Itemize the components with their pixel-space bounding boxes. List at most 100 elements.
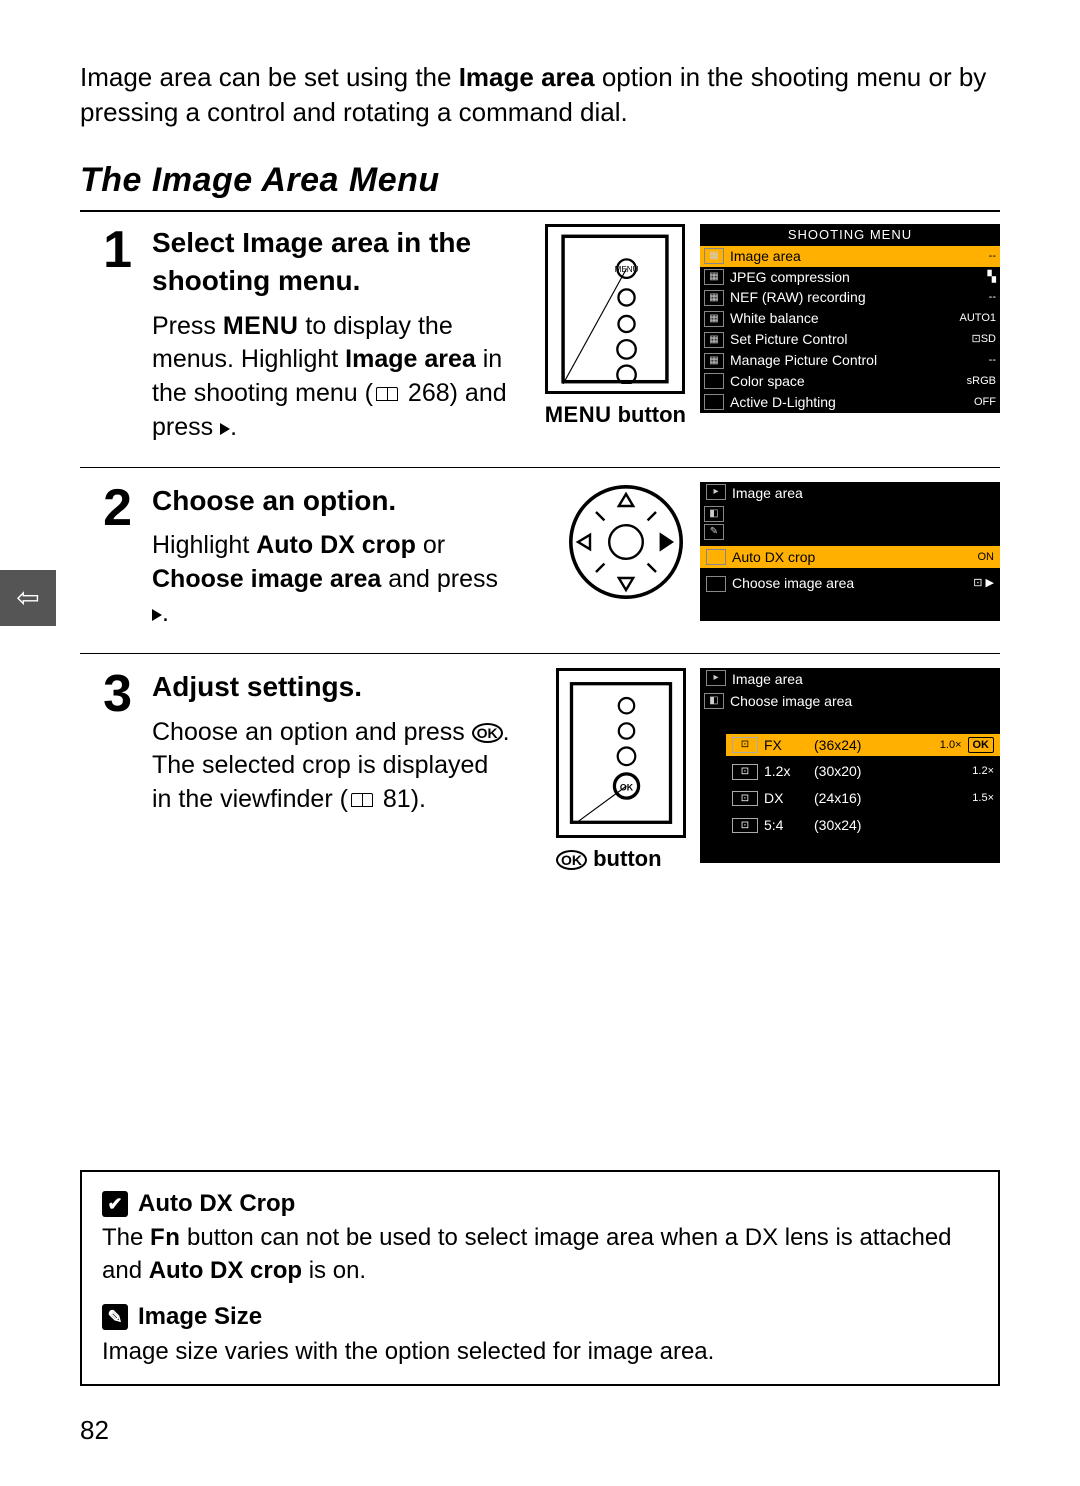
text: 81). [376, 785, 426, 813]
lcd-side-icon [706, 549, 726, 565]
lcd-shooting-menu: SHOOTING MENU ▦ Image area -- ▦ JPEG compres… [700, 224, 1000, 413]
lcd-side-icon: ◧ [704, 506, 724, 522]
text: or [416, 531, 445, 559]
format-icon: ⊡ [732, 791, 758, 807]
lcd-value: OFF [952, 395, 996, 410]
lcd-side-icon: ◧ [704, 693, 724, 709]
lcd-label: NEF (RAW) recording [730, 288, 946, 307]
lcd-row: ⊡ DX (24x16) 1.5× [726, 787, 1000, 810]
text: and press [381, 565, 498, 593]
lcd-label: Active D-Lighting [730, 393, 946, 412]
right-arrow-icon [152, 609, 162, 621]
camera-diagram: MENU MENU button [545, 224, 686, 430]
text-bold: Image area [242, 227, 388, 258]
side-tab-icon: ⇦ [0, 570, 56, 626]
lcd-label: Color space [730, 372, 946, 391]
step-body: Highlight Auto DX crop or Choose image a… [152, 529, 512, 630]
text: Choose an option and press [152, 718, 472, 746]
lcd-value: -- [952, 249, 996, 264]
lcd-row: ▦ Set Picture Control ⊡SD [700, 329, 1000, 350]
note-auto-dx-crop: ✔ Auto DX Crop The Fn button can not be … [102, 1188, 978, 1287]
fn-label: Fn [150, 1224, 180, 1251]
lcd-side-icon [704, 394, 724, 410]
text-bold: Auto DX crop [149, 1257, 302, 1284]
book-icon [376, 387, 398, 401]
notes-box: ✔ Auto DX Crop The Fn button can not be … [80, 1170, 1000, 1386]
lcd-side-icon: ▦ [704, 332, 724, 348]
lcd-format: DX [764, 789, 808, 808]
step-1: 1 Select Image area in the shooting menu… [80, 216, 1000, 467]
text-bold: Image area [459, 62, 595, 92]
lcd-value: ▚ [952, 270, 996, 285]
step-2: 2 Choose an option. Highlight Auto DX cr… [80, 467, 1000, 653]
pencil-icon: ✎ [102, 1304, 128, 1330]
format-icon: ⊡ [732, 818, 758, 834]
lcd-label: Image area [730, 247, 946, 266]
text-bold: Choose image area [152, 565, 381, 593]
diagram-caption: OK button [556, 844, 686, 874]
step-heading: Select Image area in the shooting menu. [152, 224, 512, 300]
lcd-side-icon [706, 576, 726, 592]
step-number: 2 [80, 482, 132, 631]
diagram-caption: MENU button [545, 400, 686, 430]
text: The [102, 1224, 150, 1251]
step-number: 1 [80, 224, 132, 445]
lcd-row: ▦ JPEG compression ▚ [700, 267, 1000, 288]
lcd-side-icon [704, 373, 724, 389]
note-body: The Fn button can not be used to select … [102, 1222, 978, 1287]
text: is on. [302, 1257, 366, 1284]
lcd-label: Set Picture Control [730, 330, 946, 349]
lcd-dim: (24x16) [814, 789, 944, 808]
lcd-label: JPEG compression [730, 268, 946, 287]
lcd-header: Image area [732, 484, 803, 503]
lcd-mag: 1.0× [918, 738, 962, 753]
lcd-value: ⊡SD [952, 332, 996, 347]
lcd-side-icon: ▦ [704, 290, 724, 306]
step-heading: Adjust settings. [152, 668, 512, 706]
page-number: 82 [80, 1413, 109, 1448]
text: Highlight [152, 531, 256, 559]
check-icon: ✔ [102, 1191, 128, 1217]
section-title: The Image Area Menu [80, 158, 1000, 204]
lcd-value: ⊡ ▶ [950, 576, 994, 591]
note-title: Image Size [138, 1301, 262, 1333]
text-bold: Auto DX crop [256, 531, 416, 559]
format-icon: ⊡ [732, 764, 758, 780]
step-body: Press MENU to display the menus. Highlig… [152, 310, 512, 445]
lcd-row: Choose image area ⊡ ▶ [700, 572, 1000, 595]
text: Select [152, 227, 242, 258]
lcd-title: SHOOTING MENU [700, 224, 1000, 246]
lcd-row: ▦Manage Picture Control-- [700, 350, 1000, 371]
camera-body-illustration: OK [566, 678, 676, 828]
lcd-row: ⊡FX(36x24)1.0×OK [726, 734, 1000, 757]
intro-paragraph: Image area can be set using the Image ar… [80, 60, 1000, 130]
note-body: Image size varies with the option select… [102, 1336, 978, 1368]
lcd-value: -- [952, 353, 996, 368]
note-title: Auto DX Crop [138, 1188, 295, 1220]
step-3: 3 Adjust settings. Choose an option and … [80, 653, 1000, 896]
lcd-dim: (30x24) [814, 816, 944, 835]
lcd-side-icon: ▦ [704, 269, 724, 285]
lcd-side-icon: ✎ [704, 524, 724, 540]
lcd-label: Choose image area [732, 574, 944, 593]
lcd-value: sRGB [952, 374, 996, 389]
lcd-row: ⊡5:4(30x24) [726, 814, 1000, 837]
divider [80, 210, 1000, 212]
lcd-row: ▦Image area-- [700, 246, 1000, 267]
text-bold: button [587, 846, 662, 871]
lcd-image-area-menu: ▸Image area ◧ ✎ Auto DX cropONChoose ima… [700, 482, 1000, 622]
right-arrow-icon [220, 423, 230, 435]
lcd-subheader: Choose image area [730, 692, 852, 711]
lcd-row: Color space sRGB [700, 371, 1000, 392]
lcd-side-icon: ▦ [704, 311, 724, 327]
lcd-mag: 1.2× [950, 764, 994, 779]
lcd-dim: (36x24) [814, 736, 912, 755]
lcd-mag: 1.5× [950, 791, 994, 806]
lcd-row: ⊡1.2x(30x20)1.2× [726, 760, 1000, 783]
lcd-format: 1.2x [764, 762, 808, 781]
lcd-row: ▦NEF (RAW) recording-- [700, 287, 1000, 308]
note-image-size: ✎ Image Size Image size varies with the … [102, 1301, 978, 1368]
lcd-value: ON [950, 550, 994, 565]
lcd-format: FX [764, 736, 808, 755]
lcd-header: Image area [732, 670, 803, 689]
